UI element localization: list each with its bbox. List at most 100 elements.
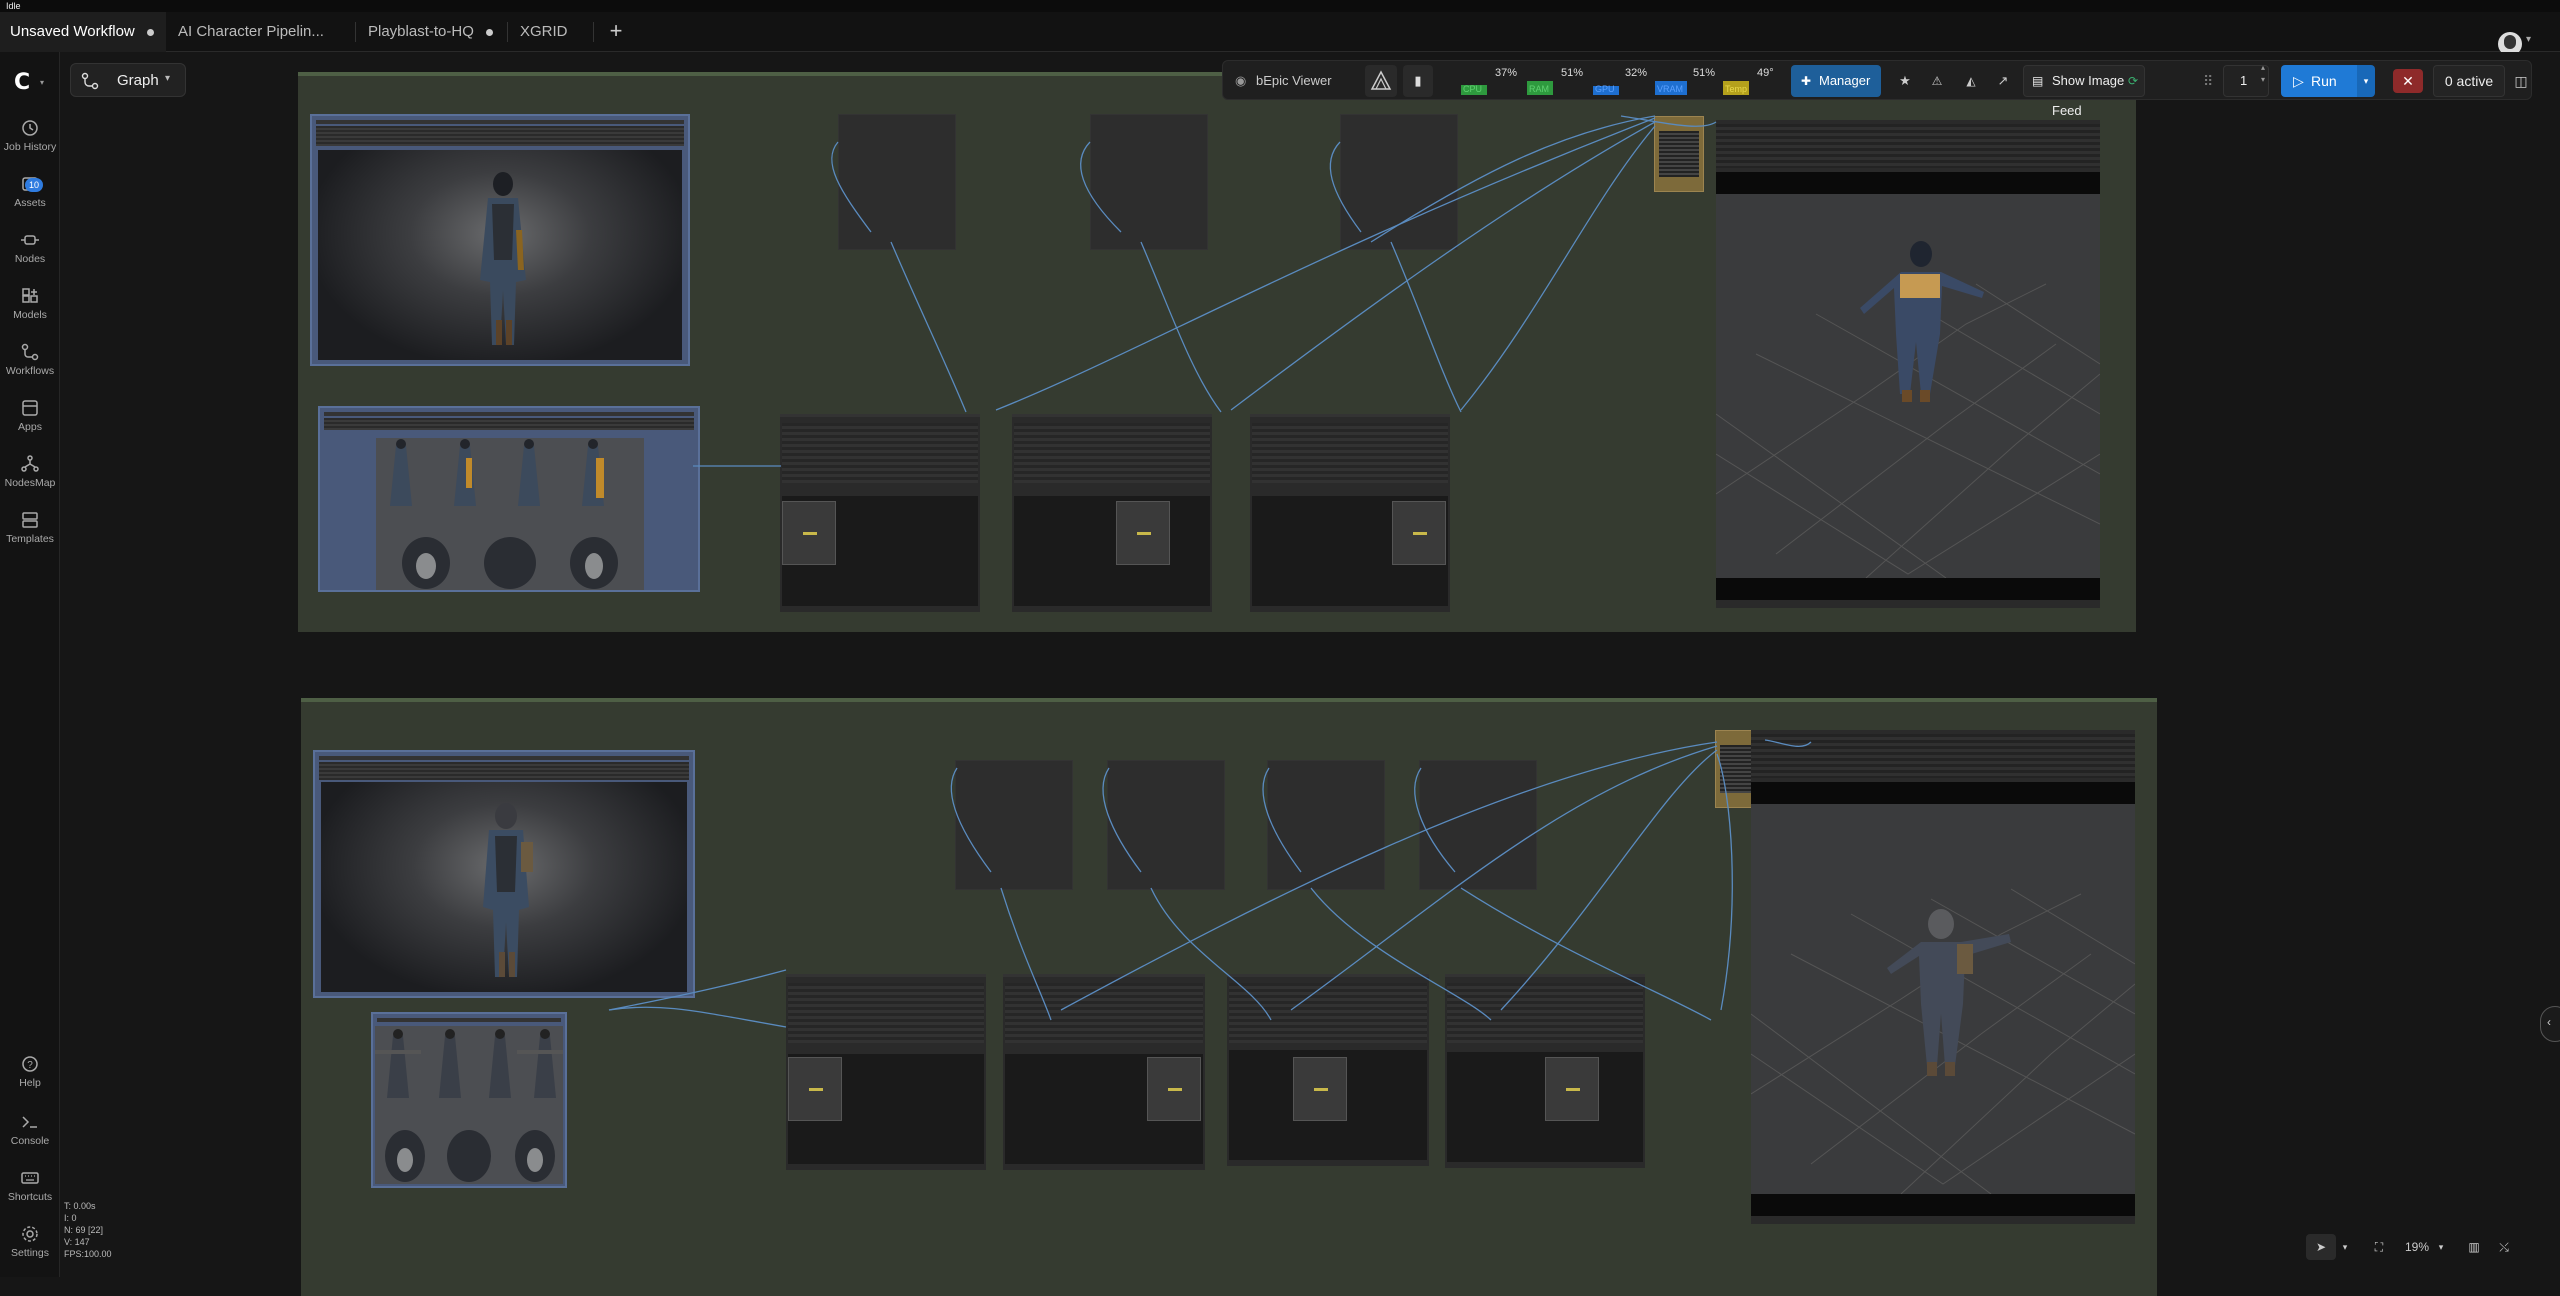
sidebar-item-label: Models	[13, 309, 47, 321]
eye-icon: ◉	[1235, 73, 1247, 88]
sidebar-item-settings[interactable]: Settings	[0, 1224, 60, 1274]
cpu-value: 37%	[1495, 67, 1518, 79]
zoom-level[interactable]: 19%	[2400, 1234, 2434, 1260]
bookmark-icon[interactable]: ▮	[1403, 65, 1433, 97]
manager-label: Manager	[1819, 73, 1871, 88]
sidebar-item-apps[interactable]: Apps	[0, 398, 60, 448]
star-icon[interactable]: ★	[1893, 61, 1917, 101]
pointer-mode-icon[interactable]: ➤	[2306, 1234, 2336, 1260]
svg-text:?: ?	[27, 1060, 33, 1071]
close-icon: ✕	[2402, 73, 2414, 89]
sidebar-item-nodes[interactable]: Nodes	[0, 230, 60, 280]
chevron-down-icon[interactable]: ▾	[40, 78, 44, 87]
tab-label: XGRID	[520, 23, 568, 40]
vram-label: VRAM	[1657, 84, 1684, 94]
sidebar-item-help[interactable]: ? Help	[0, 1054, 60, 1104]
manager-button[interactable]: ✚ Manager	[1791, 65, 1881, 97]
top-toolbar: ◉ bEpic Viewer ▮ CPU 37% RAM 51% GPU 32%…	[1222, 60, 2532, 118]
puzzle-icon: ✚	[1801, 74, 1812, 88]
help-icon: ?	[22, 1056, 38, 1072]
templates-icon	[22, 512, 38, 528]
modified-dot-icon	[146, 28, 154, 36]
sidebar-item-assets[interactable]: 10 Assets	[0, 174, 60, 224]
sidebar-item-job-history[interactable]: Job History	[0, 118, 60, 168]
tab-label: AI Character Pipelin...	[178, 23, 324, 40]
sidebar-item-label: Shortcuts	[7, 1191, 53, 1203]
temp-meter: Temp	[1723, 67, 1749, 95]
active-jobs-indicator[interactable]: 0 active	[2433, 65, 2505, 97]
sidebar-item-workflows[interactable]: Workflows	[0, 342, 60, 392]
drag-handle-icon[interactable]: ⠿	[2203, 61, 2213, 101]
sidebar-item-label: Settings	[11, 1247, 49, 1259]
render-stats: T: 0.00s I: 0 N: 69 [22] V: 147 FPS:100.…	[64, 1200, 112, 1260]
graph-mode-selector[interactable]: Graph ▾	[70, 63, 186, 97]
stat-line: FPS:100.00	[64, 1249, 112, 1259]
nodesmap-icon	[21, 455, 39, 472]
ram-value: 51%	[1561, 67, 1584, 79]
sidebar-item-shortcuts[interactable]: Shortcuts	[0, 1168, 60, 1218]
sidebar-item-label: Job History	[3, 141, 57, 153]
sidebar-item-label: Help	[19, 1077, 41, 1089]
sidebar-item-console[interactable]: Console	[0, 1112, 60, 1162]
fit-view-icon[interactable]: ⛶	[2366, 1234, 2392, 1260]
tab-ai-character-pipeline[interactable]: AI Character Pipelin...	[166, 12, 356, 52]
chevron-down-icon[interactable]: ▾	[2526, 34, 2531, 45]
tab-label: Playblast-to-HQ	[368, 23, 474, 40]
comfy-logo-icon[interactable]: C	[14, 70, 30, 95]
play-icon: ▷	[2293, 73, 2304, 89]
status-text: Idle	[0, 0, 2560, 12]
sidebar-item-nodesmap[interactable]: NodesMap	[0, 454, 60, 504]
right-panel-handle[interactable]: ‹	[2540, 1006, 2560, 1042]
tab-xgrid[interactable]: XGRID	[508, 12, 594, 52]
minimap-icon[interactable]: ▥	[2462, 1234, 2486, 1260]
link-visibility-icon[interactable]: ⤯	[2492, 1234, 2516, 1260]
sidebar-item-templates[interactable]: Templates	[0, 510, 60, 560]
queue-count-value: 1	[2240, 73, 2248, 88]
ram-meter: RAM	[1527, 67, 1553, 95]
sidebar-item-label: Nodes	[14, 253, 46, 265]
sidebar-item-models[interactable]: Models	[0, 286, 60, 336]
chevron-down-icon: ▾	[165, 73, 171, 84]
add-tab-icon[interactable]: +	[604, 20, 628, 44]
vram-meter: VRAM	[1655, 67, 1687, 95]
viewer-toggle[interactable]: ◉ bEpic Viewer	[1235, 61, 1332, 101]
stat-line: V: 147	[64, 1237, 90, 1247]
modified-dot-icon	[485, 28, 493, 36]
graph-canvas[interactable]	[61, 52, 2560, 1296]
stat-line: T: 0.00s	[64, 1201, 96, 1211]
cpu-label: CPU	[1463, 84, 1483, 94]
tracker-icon[interactable]: ⚠	[1925, 61, 1949, 101]
apps-icon	[22, 400, 38, 416]
ram-label: RAM	[1529, 84, 1549, 94]
active-jobs-label: 0 active	[2444, 73, 2494, 89]
tab-divider	[593, 22, 594, 42]
node-connections	[608, 115, 1812, 1028]
chevron-down-icon[interactable]: ▾	[2434, 1234, 2448, 1260]
cancel-queue-button[interactable]: ✕	[2393, 69, 2423, 93]
queue-count-input[interactable]: 1 ▴ ▾	[2223, 63, 2269, 97]
sidebar-item-label: Console	[10, 1135, 50, 1147]
run-button[interactable]: ▷ Run	[2281, 65, 2357, 97]
history-icon	[22, 120, 38, 136]
show-image-feed-button[interactable]: ▤ Show Image Feed ⟳	[2023, 65, 2145, 118]
stat-line: I: 0	[64, 1213, 77, 1223]
run-options-chevron-icon[interactable]: ▾	[2357, 65, 2375, 97]
panel-toggle-icon[interactable]: ◫	[2513, 61, 2529, 101]
graph-icon	[81, 72, 99, 90]
tab-playblast-to-hq[interactable]: Playblast-to-HQ	[356, 12, 508, 52]
chevron-left-icon: ‹	[2547, 1015, 2551, 1029]
chevron-down-icon[interactable]: ▾	[2338, 1234, 2352, 1260]
sidebar-item-label: NodesMap	[4, 477, 56, 489]
sidebar-item-label: Apps	[18, 421, 42, 433]
refresh-icon: ⟳	[2127, 74, 2138, 88]
share-icon[interactable]: ↗	[1991, 61, 2015, 101]
logo-button[interactable]	[1365, 65, 1397, 97]
sidebar-item-label: Workflows	[5, 365, 55, 377]
stepper-icon: ▴ ▾	[2260, 63, 2265, 84]
cpu-meter: CPU	[1461, 67, 1487, 95]
tab-unsaved-workflow[interactable]: Unsaved Workflow	[0, 12, 166, 52]
run-label: Run	[2311, 73, 2337, 89]
mirror-icon[interactable]: ◭	[1959, 61, 1983, 101]
tab-label: Unsaved Workflow	[10, 23, 135, 40]
nodes-icon	[21, 235, 39, 245]
